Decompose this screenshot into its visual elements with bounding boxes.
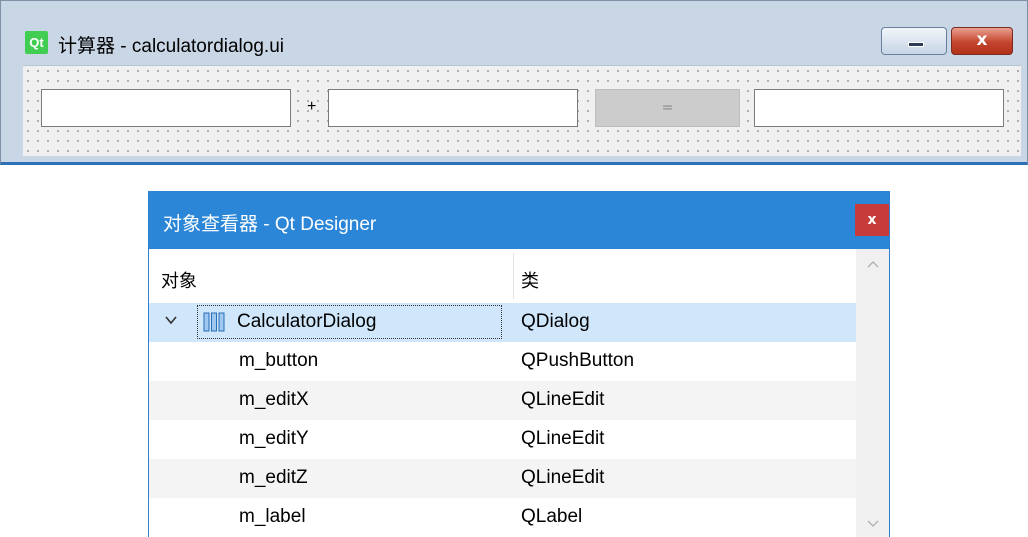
header-class[interactable]: 类: [521, 267, 539, 293]
tree-object-name: m_button: [239, 350, 319, 371]
edit-x-field[interactable]: [41, 89, 291, 127]
minimize-icon: [908, 42, 924, 47]
tree-row[interactable]: m_editY QLineEdit: [149, 420, 857, 459]
tree-class-name: QPushButton: [521, 350, 635, 371]
tree-header: 对象 类: [149, 249, 857, 303]
header-divider[interactable]: [513, 253, 514, 299]
tree-row[interactable]: m_editX QLineEdit: [149, 381, 857, 420]
edit-z-field[interactable]: [754, 89, 1004, 127]
tree-object-name: m_editY: [239, 428, 309, 449]
tree-class-name: QLineEdit: [521, 389, 605, 410]
tree-row[interactable]: m_editZ QLineEdit: [149, 459, 857, 498]
inspector-close-button[interactable]: x: [855, 204, 889, 236]
chevron-down-icon[interactable]: [163, 312, 179, 328]
edit-y-field[interactable]: [328, 89, 578, 127]
tree-row[interactable]: m_label QLabel: [149, 498, 857, 537]
form-titlebar[interactable]: Qt 计算器 - calculatordialog.ui x: [1, 1, 1027, 59]
tree-class-name: QLabel: [521, 506, 583, 527]
close-button[interactable]: x: [951, 27, 1013, 55]
tree-object-name: CalculatorDialog: [237, 311, 377, 332]
tree-object-name: m_editZ: [239, 467, 308, 488]
object-tree: 对象 类 CalculatorDialog QDialog m_button Q…: [149, 249, 857, 537]
tree-class-name: QLineEdit: [521, 467, 605, 488]
form-canvas[interactable]: + =: [23, 65, 1021, 156]
form-window-title: 计算器 - calculatordialog.ui: [58, 36, 284, 57]
tree-object-name: m_label: [239, 506, 306, 527]
scroll-down-icon[interactable]: [866, 519, 880, 529]
tree-object-name: m_editX: [239, 389, 309, 410]
object-inspector: 对象查看器 - Qt Designer x 对象 类 CalculatorDia…: [148, 191, 890, 537]
inspector-title: 对象查看器 - Qt Designer: [163, 214, 377, 235]
header-object[interactable]: 对象: [161, 267, 197, 293]
qt-logo-icon: Qt: [25, 31, 48, 54]
minimize-button[interactable]: [881, 27, 947, 55]
tree-row[interactable]: m_button QPushButton: [149, 342, 857, 381]
dialog-layout-icon: [203, 312, 225, 332]
equals-button[interactable]: =: [595, 89, 740, 127]
vertical-scrollbar[interactable]: [856, 249, 889, 537]
tree-rows: CalculatorDialog QDialog m_button QPushB…: [149, 303, 857, 537]
plus-label[interactable]: +: [307, 98, 316, 116]
form-window: Qt 计算器 - calculatordialog.ui x + =: [0, 0, 1028, 165]
scroll-up-icon[interactable]: [866, 259, 880, 269]
tree-row-root[interactable]: CalculatorDialog QDialog: [149, 303, 857, 342]
inspector-titlebar[interactable]: 对象查看器 - Qt Designer x: [149, 191, 889, 249]
tree-class-name: QDialog: [521, 311, 590, 332]
tree-class-name: QLineEdit: [521, 428, 605, 449]
